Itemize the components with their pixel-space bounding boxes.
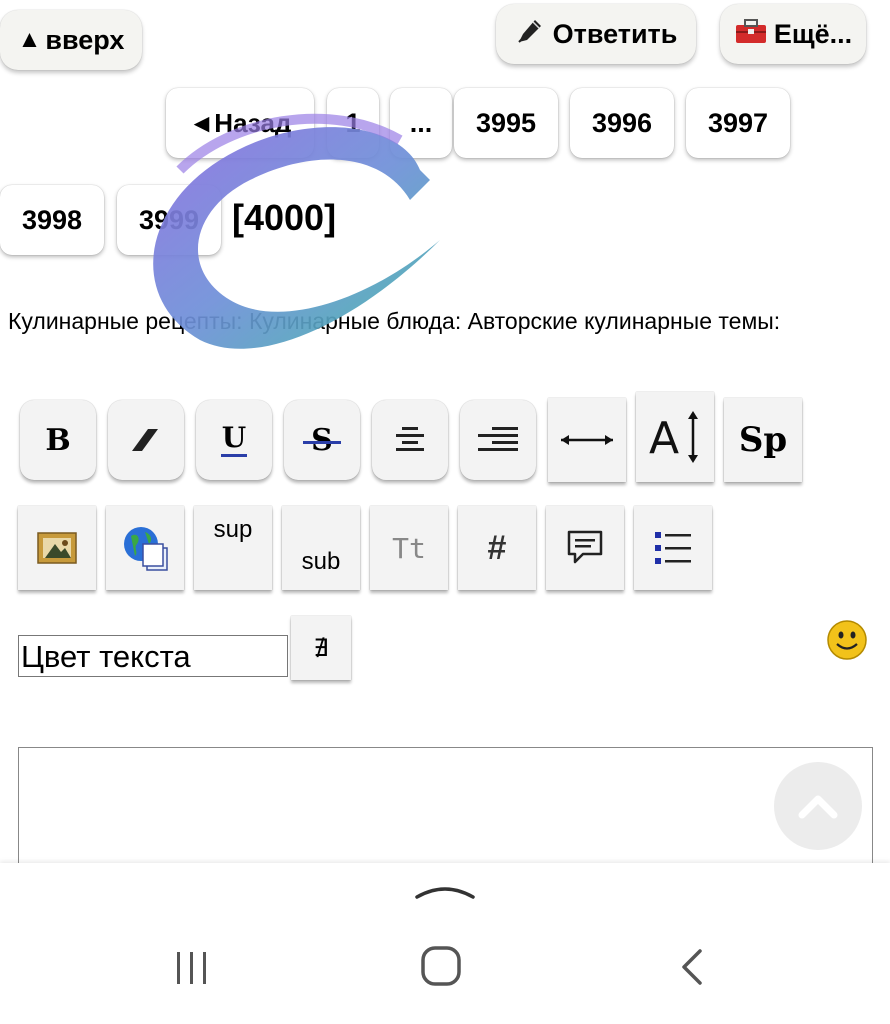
more-label: Ещё... bbox=[773, 18, 853, 49]
image-button[interactable] bbox=[18, 506, 96, 590]
underline-glyph: U bbox=[221, 420, 247, 454]
underline-button[interactable]: U bbox=[196, 400, 272, 480]
text-type-button[interactable]: Tt bbox=[370, 506, 448, 590]
current-page: [4000] bbox=[232, 197, 337, 238]
pen-icon bbox=[515, 16, 545, 53]
pagination-row-1: ◄Назад 1 ... 3995 3996 3997 bbox=[0, 88, 890, 168]
page-label: 3997 bbox=[707, 107, 769, 138]
text-color-select[interactable]: Цвет текста bbox=[18, 635, 288, 677]
font-size-button[interactable]: A bbox=[636, 392, 714, 482]
width-button[interactable] bbox=[548, 398, 626, 482]
speech-bubble-icon bbox=[567, 530, 603, 564]
quote-button[interactable] bbox=[546, 506, 624, 590]
italic-button[interactable] bbox=[108, 400, 184, 480]
breadcrumb: Кулинарные рецепты: Кулинарные блюда: Ав… bbox=[8, 308, 781, 334]
svg-text:A: A bbox=[649, 413, 679, 464]
page-button-3996[interactable]: 3996 bbox=[570, 88, 674, 158]
spoiler-icon: Sp bbox=[738, 420, 788, 460]
page-button-3999[interactable]: 3999 bbox=[117, 185, 221, 255]
strikethrough-button[interactable]: S bbox=[284, 400, 360, 480]
reply-button[interactable]: Ответить bbox=[496, 4, 696, 64]
align-center-button[interactable] bbox=[372, 400, 448, 480]
subscript-button[interactable]: sub bbox=[282, 506, 360, 590]
not-exists-icon: ∄ bbox=[313, 634, 329, 662]
align-right-icon bbox=[478, 427, 518, 451]
scroll-up-label: вверх bbox=[45, 24, 125, 55]
sub-icon: sub bbox=[301, 548, 341, 575]
globe-link-icon bbox=[124, 527, 168, 571]
hash-icon: # bbox=[487, 528, 507, 567]
page-button-1[interactable]: 1 bbox=[327, 88, 379, 158]
tt-icon: Tt bbox=[392, 531, 426, 565]
more-button[interactable]: Ещё... bbox=[720, 4, 866, 64]
scroll-up-button[interactable]: ▲ вверх bbox=[0, 10, 142, 70]
smiley-icon bbox=[827, 620, 867, 660]
superscript-button[interactable]: sup bbox=[194, 506, 272, 590]
not-exists-button[interactable]: ∄ bbox=[291, 616, 351, 680]
triangle-up-icon: ▲ bbox=[17, 26, 42, 53]
strikethrough-icon: S bbox=[303, 423, 341, 458]
page-button-3997[interactable]: 3997 bbox=[686, 88, 790, 158]
page-label: 3996 bbox=[591, 107, 653, 138]
expand-up-icon[interactable] bbox=[413, 879, 477, 903]
image-icon bbox=[37, 532, 77, 564]
page-label: 3998 bbox=[21, 204, 83, 235]
spoiler-button[interactable]: Sp bbox=[724, 398, 802, 482]
link-button[interactable] bbox=[106, 506, 184, 590]
underline-icon: U bbox=[221, 420, 247, 457]
reply-label: Ответить bbox=[552, 18, 678, 49]
page-button-3995[interactable]: 3995 bbox=[454, 88, 558, 158]
page-ellipsis-button[interactable]: ... bbox=[390, 88, 452, 158]
bold-button[interactable]: B bbox=[20, 400, 96, 480]
page-label: 3995 bbox=[475, 107, 537, 138]
align-center-icon bbox=[396, 427, 424, 451]
list-button[interactable] bbox=[634, 506, 712, 590]
page-back-label: ◄Назад bbox=[188, 107, 292, 138]
pagination-row-2: 3998 3999 [4000] bbox=[0, 185, 890, 265]
bold-icon: B bbox=[45, 422, 71, 458]
back-icon[interactable] bbox=[676, 947, 706, 987]
hash-button[interactable]: # bbox=[458, 506, 536, 590]
page-button-3998[interactable]: 3998 bbox=[0, 185, 104, 255]
italic-icon bbox=[132, 429, 158, 451]
smiley-button[interactable] bbox=[826, 619, 868, 661]
sup-icon: sup bbox=[213, 516, 253, 543]
page-label: 1 bbox=[345, 107, 361, 138]
page-label: ... bbox=[409, 107, 433, 138]
home-icon[interactable] bbox=[419, 944, 463, 988]
page-label: 3999 bbox=[138, 204, 200, 235]
align-right-button[interactable] bbox=[460, 400, 536, 480]
toolbox-icon bbox=[734, 17, 768, 52]
recent-apps-icon[interactable] bbox=[172, 948, 212, 988]
scroll-top-fab[interactable] bbox=[774, 762, 862, 850]
font-size-icon: A bbox=[649, 411, 698, 464]
horizontal-arrows-icon bbox=[561, 435, 613, 445]
chevron-up-icon bbox=[798, 795, 838, 819]
page-back-button[interactable]: ◄Назад bbox=[166, 88, 314, 158]
bulleted-list-icon bbox=[655, 532, 691, 564]
system-nav-bar bbox=[0, 863, 890, 1024]
